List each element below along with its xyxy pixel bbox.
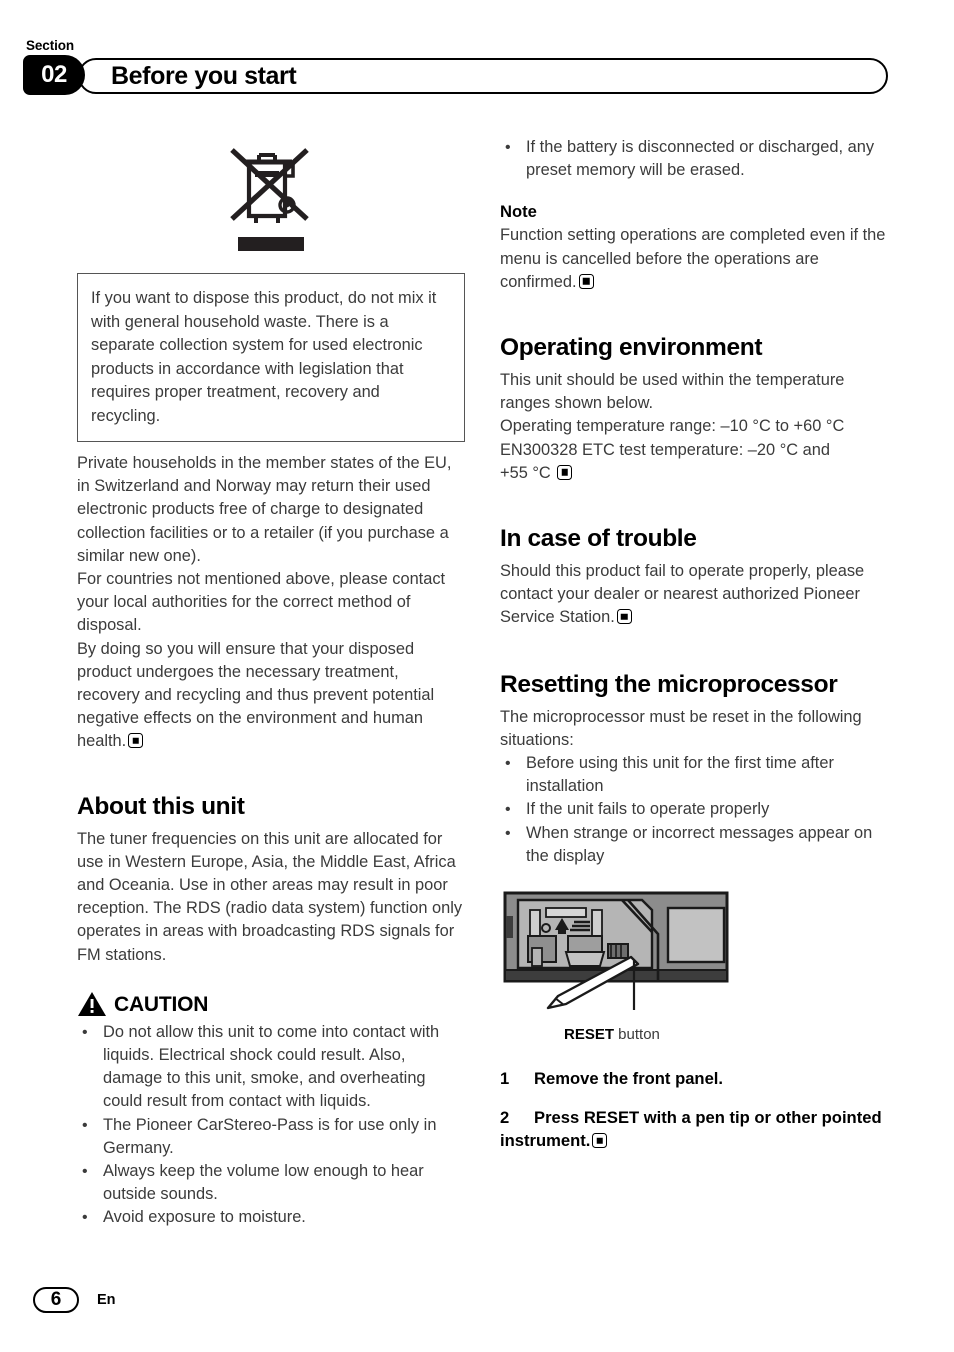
- resetting-situations-list: Before using this unit for the first tim…: [500, 752, 888, 868]
- crossed-out-wheeled-bin-icon: [230, 148, 309, 223]
- operating-environment-line4: +55 °C: [500, 462, 888, 485]
- about-this-unit-body: The tuner frequencies on this unit are a…: [77, 829, 463, 964]
- resetting-situation-item: When strange or incorrect messages appea…: [500, 822, 888, 868]
- reset-step-1-number: 1: [500, 1069, 510, 1089]
- end-of-section-marker: [578, 273, 594, 289]
- end-of-section-marker: [592, 1133, 608, 1149]
- disposal-paragraph-2: For countries not mentioned above, pleas…: [77, 570, 446, 635]
- caution-item: Do not allow this unit to come into cont…: [77, 1021, 465, 1114]
- heading-resetting-microprocessor: Resetting the microprocessor: [500, 670, 838, 698]
- right-column: If the battery is disconnected or discha…: [500, 136, 888, 1152]
- caution-label: CAUTION: [114, 992, 209, 1016]
- resetting-situation-item: If the unit fails to operate properly: [500, 798, 888, 821]
- heading-about-this-unit: About this unit: [77, 792, 245, 820]
- reset-step-1-text: Remove the front panel.: [534, 1069, 724, 1089]
- caution-item: Avoid exposure to moisture.: [77, 1206, 465, 1229]
- heading-in-case-of-trouble: In case of trouble: [500, 525, 697, 553]
- dispose-notice-box: If you want to dispose this product, do …: [77, 273, 465, 442]
- heading-operating-environment: Operating environment: [500, 334, 763, 362]
- page-footer: 6 En: [33, 1287, 116, 1313]
- reset-button-caption: RESET button: [564, 1025, 888, 1045]
- end-of-section-marker: [557, 464, 573, 480]
- caution-item: The Pioneer CarStereo-Pass is for use on…: [77, 1114, 465, 1160]
- page-number: 6: [33, 1287, 79, 1313]
- in-case-of-trouble-text: Should this product fail to operate prop…: [500, 562, 865, 627]
- section-label: Section: [26, 38, 75, 53]
- reset-caption-rest: button: [614, 1026, 660, 1044]
- operating-environment-line2: Operating temperature range: –10 °C to +…: [500, 417, 845, 436]
- left-column: If you want to dispose this product, do …: [77, 136, 465, 1230]
- page-header: Section 02 Before you start: [0, 0, 954, 120]
- caution-item: Always keep the volume low enough to hea…: [77, 1160, 465, 1206]
- note-body-text: Function setting operations are complete…: [500, 226, 886, 291]
- reset-step-2: 2 Press RESET with a pen tip or other poi…: [500, 1106, 888, 1152]
- note-heading: Note: [500, 202, 537, 222]
- page-title: Before you start: [111, 62, 297, 90]
- reset-step-1: 1 Remove the front panel.: [500, 1067, 888, 1090]
- caution-header: CAUTION: [77, 991, 465, 1017]
- resetting-situation-item: Before using this unit for the first tim…: [500, 752, 888, 798]
- reset-step-2-text: Press RESET with a pen tip or other poin…: [500, 1108, 882, 1151]
- end-of-section-marker: [128, 733, 144, 749]
- warning-triangle-icon: [78, 991, 106, 1016]
- resetting-intro: The microprocessor must be reset in the …: [500, 707, 862, 749]
- disposal-paragraph-1: Private households in the member states …: [77, 454, 452, 565]
- battery-note-list: If the battery is disconnected or discha…: [500, 136, 888, 182]
- section-number-badge: 02: [23, 55, 85, 95]
- in-case-of-trouble-body: Should this product fail to operate prop…: [500, 560, 888, 630]
- operating-environment-line1: This unit should be used within the temp…: [500, 371, 845, 413]
- disposal-paragraph-3: By doing so you will ensure that your di…: [77, 638, 465, 754]
- caution-list: Do not allow this unit to come into cont…: [77, 1021, 465, 1230]
- battery-note-item: If the battery is disconnected or discha…: [500, 136, 888, 182]
- reset-caption-bold: RESET: [564, 1026, 615, 1044]
- operating-environment-line3: EN300328 ETC test temperature: –20 °C an…: [500, 440, 830, 459]
- dispose-notice-text: If you want to dispose this product, do …: [91, 289, 437, 425]
- language-code: En: [97, 1292, 116, 1308]
- weee-underbar: [238, 237, 304, 251]
- reset-step-2-number: 2: [500, 1108, 510, 1128]
- reset-button-figure: RESET button: [500, 888, 888, 1045]
- head-unit-reset-button-diagram: [503, 891, 729, 1011]
- operating-environment-line4-text: +55 °C: [500, 463, 551, 482]
- note-body: Function setting operations are complete…: [500, 224, 888, 294]
- weee-symbol: [77, 136, 465, 251]
- end-of-section-marker: [616, 609, 632, 625]
